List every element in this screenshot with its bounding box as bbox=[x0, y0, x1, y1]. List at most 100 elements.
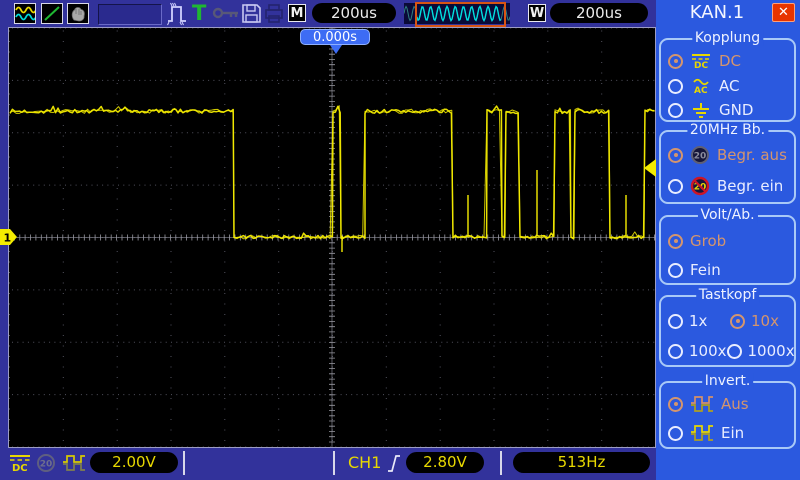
main-timebase-label: M bbox=[288, 4, 306, 22]
trigger-level-readout: 2.80V bbox=[406, 452, 484, 473]
separator bbox=[500, 451, 502, 475]
hand-icon[interactable] bbox=[67, 3, 89, 24]
section-title: 20MHz Bb. bbox=[686, 122, 769, 138]
radio-probe-100x[interactable]: 100x bbox=[668, 340, 727, 362]
radio-label: Begr. ein bbox=[717, 177, 784, 195]
coupling-dc-icon: DC bbox=[8, 454, 32, 478]
radio-label: Ein bbox=[721, 424, 745, 442]
radio-fein[interactable]: Fein bbox=[661, 259, 794, 281]
status-bar: DC 20 2.00V CH1 2.80V 513Hz bbox=[0, 448, 656, 480]
ac-symbol-icon: AC bbox=[690, 78, 712, 94]
invert-on-icon bbox=[690, 424, 714, 442]
trigger-t-icon[interactable]: T bbox=[192, 1, 206, 25]
main-timebase-readout: 200us bbox=[312, 3, 396, 23]
trigger-level-arrow-icon[interactable] bbox=[644, 159, 656, 181]
section-title: Volt/Ab. bbox=[697, 207, 758, 223]
section-bandwidth: 20MHz Bb. 20 Begr. aus 20 Begr. ein bbox=[659, 122, 796, 204]
bandwidth-status-icon: 20 bbox=[36, 453, 56, 477]
display-field bbox=[98, 4, 162, 25]
save-icon[interactable] bbox=[241, 3, 262, 28]
radio-label: Begr. aus bbox=[717, 146, 787, 164]
radio-label: GND bbox=[719, 101, 754, 119]
radio-label: Fein bbox=[690, 261, 721, 279]
bw-icon-text: 20 bbox=[694, 152, 707, 162]
pulse-icon[interactable] bbox=[166, 1, 190, 30]
radio-invert-ein[interactable]: Ein bbox=[661, 422, 794, 444]
bandwidth-on-icon: 20 bbox=[690, 176, 710, 196]
radio-probe-1000x[interactable]: 1000x bbox=[726, 340, 795, 362]
oscilloscope-screen: { "toolbar": { "icons": ["channels-icon"… bbox=[0, 0, 800, 480]
section-title: Kopplung bbox=[691, 30, 764, 46]
close-icon[interactable]: ✕ bbox=[772, 3, 795, 22]
radio-circle bbox=[668, 343, 683, 359]
section-tastkopf: Tastkopf 1x 10x 100x 1000x bbox=[659, 287, 796, 367]
bandwidth-off-icon: 20 bbox=[690, 145, 710, 165]
preview-window-handle[interactable] bbox=[415, 2, 506, 27]
separator bbox=[333, 451, 335, 475]
channel-menu-panel: KAN.1 ✕ Kopplung DC DC AC AC GND 20MHz B… bbox=[656, 0, 800, 480]
channel1-marker[interactable]: 1 bbox=[0, 229, 17, 250]
slope-icon[interactable] bbox=[41, 3, 63, 24]
invert-off-icon bbox=[690, 395, 714, 413]
dc-symbol-icon: DC bbox=[690, 53, 712, 69]
ac-icon-text: AC bbox=[694, 86, 708, 94]
dc-icon-text: DC bbox=[694, 61, 708, 69]
radio-circle bbox=[726, 343, 742, 359]
volts-per-div-readout: 2.00V bbox=[90, 452, 178, 473]
channel1-marker-label: 1 bbox=[4, 232, 12, 245]
radio-grob[interactable]: Grob bbox=[661, 230, 794, 252]
radio-label: 10x bbox=[751, 312, 779, 330]
radio-circle bbox=[668, 147, 683, 163]
channels-icon[interactable] bbox=[14, 3, 37, 24]
radio-label: Grob bbox=[690, 232, 727, 250]
trigger-position-marker[interactable]: 0.000s bbox=[300, 29, 370, 45]
radio-coupling-dc[interactable]: DC DC bbox=[661, 50, 794, 72]
radio-invert-aus[interactable]: Aus bbox=[661, 393, 794, 415]
radio-label: AC bbox=[719, 77, 740, 95]
radio-coupling-gnd[interactable]: GND bbox=[661, 99, 794, 121]
radio-circle bbox=[668, 233, 683, 249]
top-toolbar: T M 200us W 200us bbox=[0, 0, 658, 27]
radio-circle bbox=[668, 313, 683, 329]
separator bbox=[183, 451, 185, 475]
scope-graticule-and-trace bbox=[9, 28, 655, 447]
radio-coupling-ac[interactable]: AC AC bbox=[661, 75, 794, 97]
section-title: Tastkopf bbox=[695, 287, 760, 303]
waveform-display bbox=[8, 27, 656, 448]
radio-circle bbox=[668, 396, 683, 412]
section-kopplung: Kopplung DC DC AC AC GND bbox=[659, 30, 796, 122]
section-title: Invert. bbox=[701, 373, 754, 389]
radio-probe-1x[interactable]: 1x bbox=[668, 310, 730, 332]
invert-status-icon bbox=[62, 454, 86, 476]
gnd-symbol-icon bbox=[690, 102, 712, 118]
rising-edge-icon bbox=[386, 451, 402, 479]
radio-circle bbox=[668, 425, 683, 441]
bw-icon-text: 20 bbox=[40, 460, 53, 470]
radio-label: 1000x bbox=[747, 342, 795, 360]
radio-bwlimit-on[interactable]: 20 Begr. ein bbox=[661, 175, 794, 197]
radio-circle bbox=[730, 313, 745, 329]
radio-bwlimit-off[interactable]: 20 Begr. aus bbox=[661, 144, 794, 166]
trigger-source-label: CH1 bbox=[348, 453, 382, 472]
radio-probe-10x[interactable]: 10x bbox=[730, 310, 779, 332]
radio-circle bbox=[668, 262, 683, 278]
panel-title: KAN.1 bbox=[689, 2, 745, 23]
radio-label: 1x bbox=[689, 312, 708, 330]
radio-label: Aus bbox=[721, 395, 749, 413]
dc-icon-text: DC bbox=[12, 463, 28, 474]
window-timebase-label: W bbox=[528, 4, 546, 22]
window-timebase-readout: 200us bbox=[550, 3, 648, 23]
frequency-readout: 513Hz bbox=[513, 452, 650, 473]
waveform-preview bbox=[403, 2, 511, 27]
trigger-position-pointer-icon bbox=[330, 45, 342, 54]
print-icon[interactable] bbox=[264, 4, 284, 28]
section-volt-adjust: Volt/Ab. Grob Fein bbox=[659, 207, 796, 285]
radio-circle bbox=[668, 53, 683, 69]
radio-circle bbox=[668, 178, 683, 194]
section-invert: Invert. Aus Ein bbox=[659, 373, 796, 449]
key-icon[interactable] bbox=[212, 6, 240, 25]
radio-label: DC bbox=[719, 52, 742, 70]
radio-circle bbox=[668, 102, 683, 118]
radio-label: 100x bbox=[689, 342, 727, 360]
radio-circle bbox=[668, 78, 683, 94]
